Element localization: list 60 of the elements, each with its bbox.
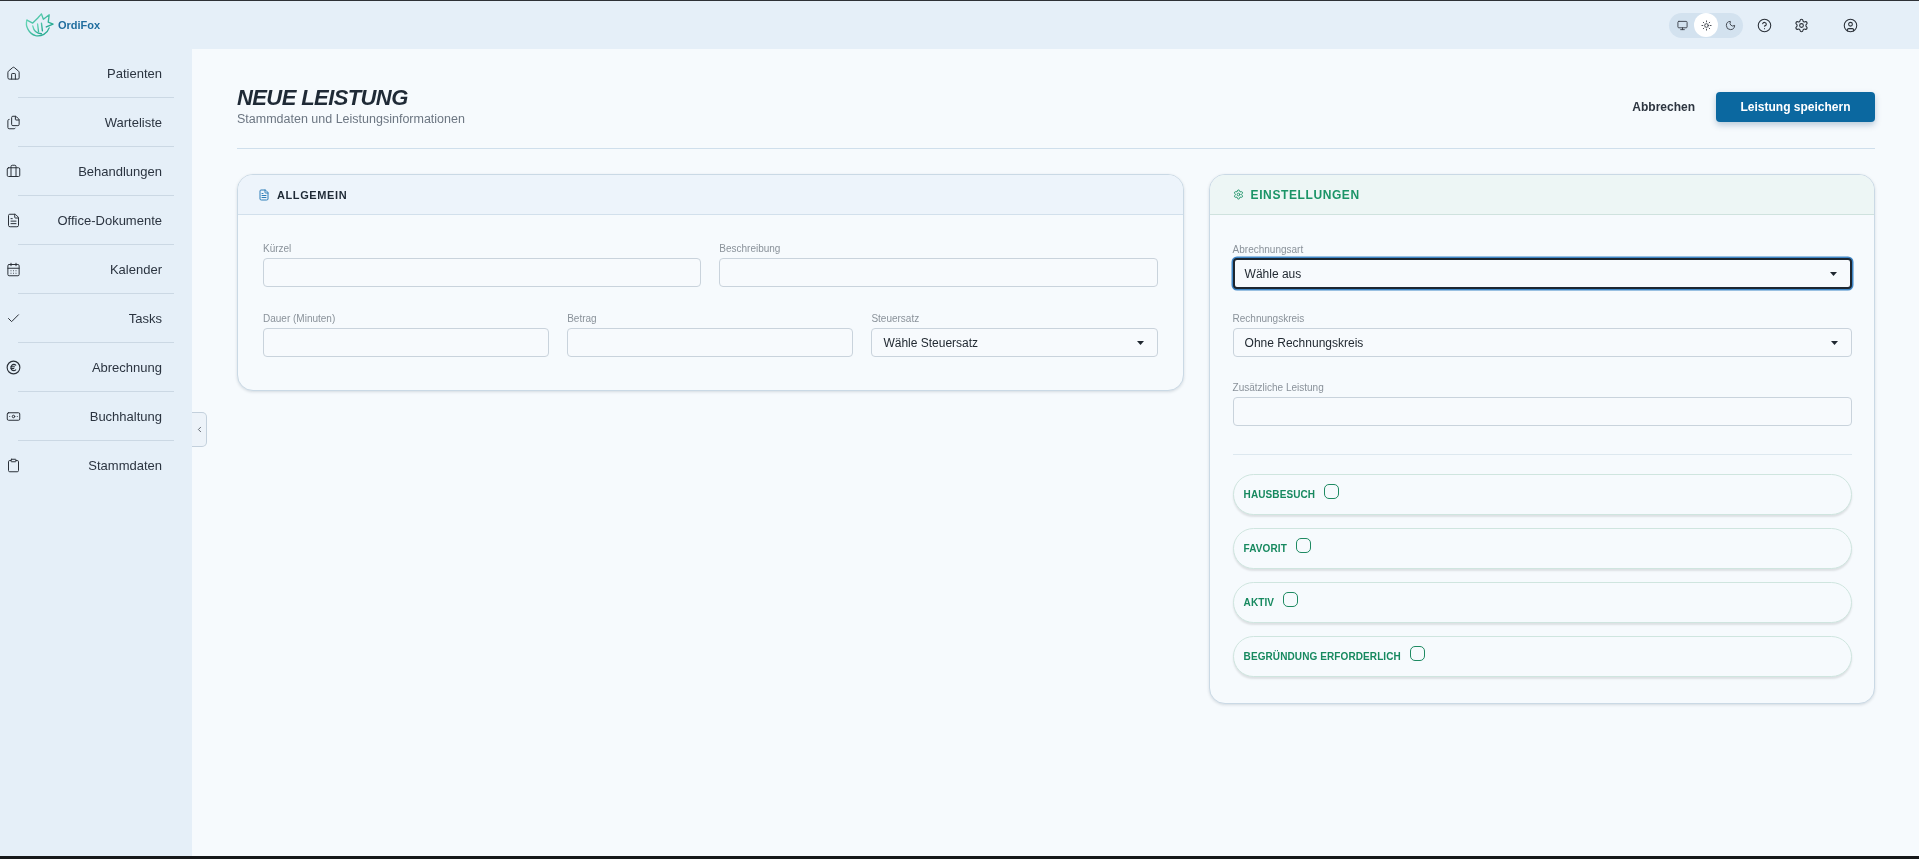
sun-icon [1700, 19, 1712, 31]
select-field[interactable]: Wähle Steuersatz [871, 328, 1158, 357]
save-button[interactable]: Leistung speichern [1716, 91, 1875, 122]
document-icon [6, 212, 21, 228]
checkbox[interactable] [1283, 591, 1299, 607]
nav-item[interactable]: Tasks [0, 294, 192, 342]
field-label: Rechnungskreis [1232, 313, 1306, 325]
field-label: Dauer (Minuten) [263, 313, 337, 325]
page-title: NEUE LEISTUNG [237, 85, 409, 111]
text-input[interactable] [263, 328, 550, 357]
logo-icon [24, 12, 55, 38]
clipboard-icon [6, 457, 21, 473]
caret-icon [1136, 340, 1144, 345]
nav-item[interactable]: Patienten [0, 49, 192, 97]
select-field[interactable]: Wähle aus [1232, 258, 1852, 289]
option-label: HAUSBESUCH [1243, 489, 1316, 500]
nav-item[interactable]: Stammdaten [0, 441, 192, 489]
field-label: Steuersatz [871, 313, 921, 325]
text-input[interactable] [263, 258, 702, 287]
field-label: Betrag [567, 313, 598, 325]
nav-item[interactable]: Behandlungen [0, 147, 192, 195]
option-label: BEGRÜNDUNG ERFORDERLICH [1243, 651, 1401, 662]
briefcase-icon [6, 163, 21, 179]
field-label: Kürzel [263, 243, 293, 255]
checkbox[interactable] [1409, 645, 1425, 661]
option-label: AKTIV [1243, 597, 1275, 608]
select-field[interactable]: Ohne Rechnungskreis [1232, 328, 1852, 357]
checkbox[interactable] [1324, 483, 1340, 499]
caret-icon [1831, 340, 1838, 345]
gear-icon [1232, 189, 1244, 200]
nav-item[interactable]: Buchhaltung [0, 392, 192, 440]
field-label: Beschreibung [719, 243, 782, 255]
text-input[interactable] [719, 258, 1158, 287]
euro-coin-icon [6, 359, 21, 375]
text-input[interactable] [1232, 397, 1852, 426]
nav-item[interactable]: Abrechnung [0, 343, 192, 391]
files-icon [6, 114, 21, 130]
nav-item[interactable]: Office-Dokumente [0, 196, 192, 244]
monitor-icon [1676, 19, 1688, 31]
card-title: EINSTELLUNGEN [1250, 187, 1360, 202]
user-icon[interactable] [1843, 17, 1858, 33]
cancel-button[interactable]: Abbrechen [1632, 99, 1695, 114]
checkbox[interactable] [1295, 537, 1311, 553]
option-label: FAVORIT [1243, 543, 1287, 554]
document-icon [258, 188, 270, 201]
calendar-icon [6, 261, 21, 277]
field-label: Abrechnungsart [1232, 244, 1305, 256]
page-subtitle: Stammdaten und Leistungsinformationen [237, 111, 465, 128]
house-icon [6, 65, 21, 81]
field-label: Zusätzliche Leistung [1232, 382, 1325, 394]
text-input[interactable] [567, 328, 854, 357]
moon-icon [1724, 19, 1736, 31]
theme-button[interactable] [1694, 13, 1718, 37]
brand-name: OrdiFox [58, 19, 101, 31]
nav-item[interactable]: Kalender [0, 245, 192, 293]
settings-icon[interactable] [1794, 17, 1809, 33]
help-icon[interactable] [1757, 17, 1772, 33]
caret-icon [1830, 271, 1837, 276]
nav-item[interactable]: Warteliste [0, 98, 192, 146]
card-title: ALLGEMEIN [277, 188, 348, 201]
